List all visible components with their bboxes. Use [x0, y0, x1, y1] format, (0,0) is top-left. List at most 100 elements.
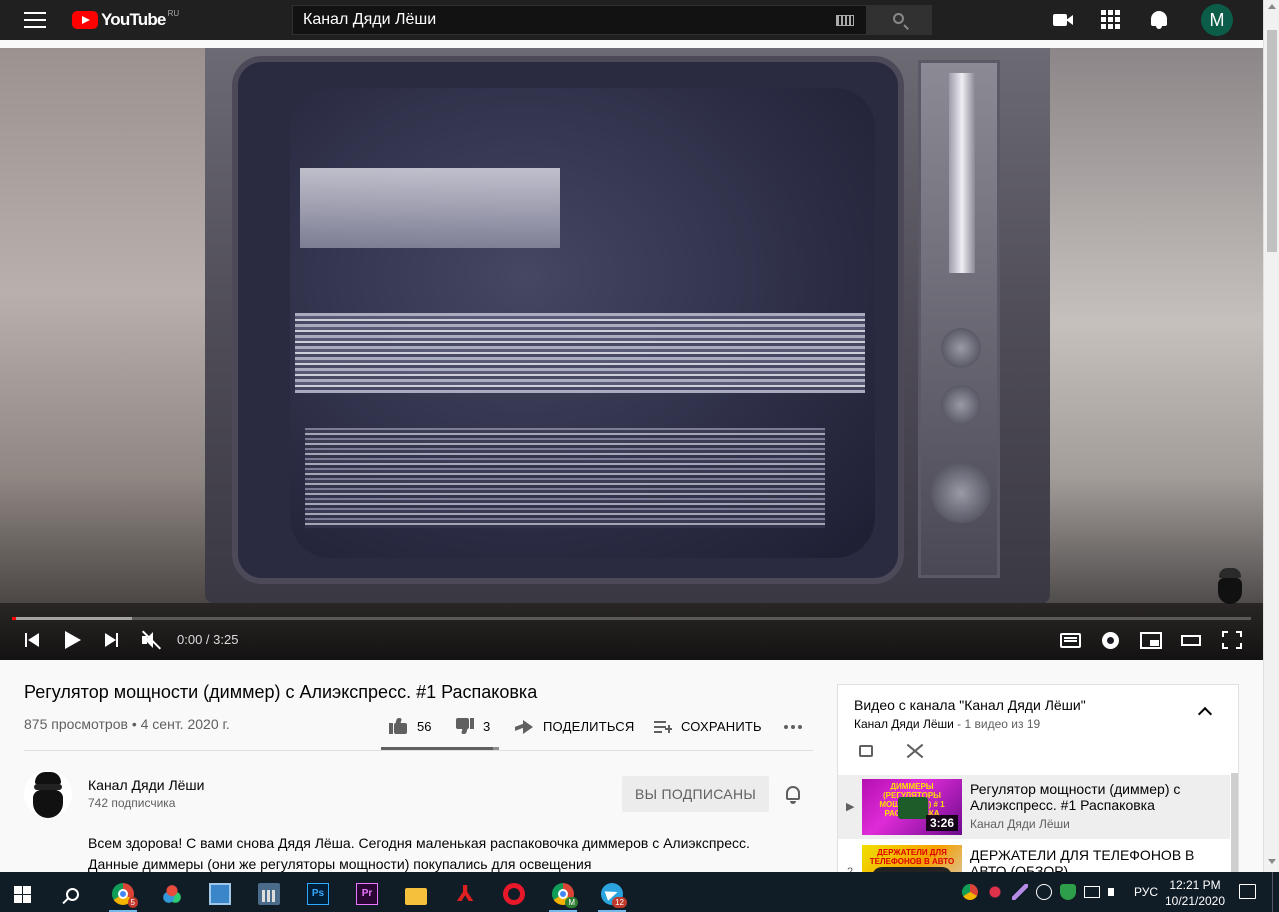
video-frame-left	[0, 48, 215, 660]
taskbar-explorer[interactable]	[396, 876, 436, 912]
playlist-thumbnail: ДИММЕРЫ (РЕГУЛЯТОРЫ МОЩНОСТИ) # 1 РАСПАК…	[862, 779, 962, 835]
channel-avatar[interactable]	[24, 770, 72, 818]
collapse-chevron-icon[interactable]	[1197, 706, 1213, 722]
dislike-count: 3	[483, 718, 491, 734]
taskbar-calculator[interactable]	[249, 876, 289, 912]
playlist-item[interactable]: ▶ ДИММЕРЫ (РЕГУЛЯТОРЫ МОЩНОСТИ) # 1 РАСП…	[838, 775, 1230, 839]
play-icon[interactable]	[63, 630, 85, 650]
start-button[interactable]	[2, 876, 42, 912]
loop-icon[interactable]	[857, 743, 875, 759]
playlist-scrollbar[interactable]	[1231, 773, 1238, 873]
create-video-icon[interactable]	[1053, 10, 1073, 30]
video-frame-panel	[918, 60, 1000, 578]
menu-icon[interactable]	[24, 12, 46, 28]
tray-chrome-icon[interactable]	[962, 884, 978, 900]
tray-onedrive-icon[interactable]	[1036, 884, 1052, 900]
windows-taskbar: 5 Ps Pr M 12 РУС 12:21 PM 10/21/2020	[0, 872, 1279, 912]
settings-gear-icon[interactable]	[1100, 630, 1122, 650]
davinci-resolve-icon	[161, 883, 183, 905]
search-button[interactable]	[867, 5, 932, 35]
acrobat-icon	[454, 881, 476, 907]
telegram-badge: 12	[612, 897, 627, 908]
tray-pen-icon[interactable]	[1012, 884, 1028, 900]
action-center-icon[interactable]	[1239, 884, 1256, 899]
shuffle-icon[interactable]	[905, 743, 924, 759]
chrome-badge: 5	[127, 897, 138, 908]
channel-watermark-icon[interactable]	[1214, 566, 1246, 606]
now-playing-icon: ▶	[846, 801, 855, 813]
fullscreen-icon[interactable]	[1221, 630, 1243, 650]
clock-time: 12:21 PM	[1169, 878, 1221, 892]
playlist-owner[interactable]: Канал Дяди Лёши	[854, 717, 954, 731]
clock-date: 10/21/2020	[1164, 894, 1226, 908]
theater-mode-icon[interactable]	[1181, 630, 1203, 650]
muted-volume-icon[interactable]	[140, 630, 162, 650]
duration-badge: 3:26	[925, 815, 958, 831]
subtitles-icon[interactable]	[1060, 630, 1082, 650]
control-panel-icon	[209, 883, 231, 905]
taskbar-photoshop[interactable]: Ps	[298, 876, 338, 912]
thumbs-up-icon	[389, 718, 407, 734]
search-box	[292, 5, 867, 35]
page-scrollbar[interactable]	[1263, 0, 1279, 872]
taskbar-opera[interactable]	[494, 876, 534, 912]
language-indicator[interactable]: РУС	[1134, 885, 1158, 899]
taskbar-chrome-profile[interactable]: M	[543, 876, 583, 912]
opera-icon	[503, 883, 525, 905]
like-count: 56	[417, 718, 432, 734]
divider	[24, 750, 813, 751]
chrome-icon: 5	[112, 883, 138, 908]
notification-bell-icon[interactable]	[784, 785, 802, 805]
channel-name[interactable]: Канал Дяди Лёши	[88, 777, 204, 793]
apps-icon[interactable]	[1101, 10, 1120, 29]
masthead: YouTube RU M	[0, 0, 1263, 40]
miniplayer-icon[interactable]	[1140, 630, 1162, 650]
scroll-down-icon[interactable]	[1268, 859, 1276, 864]
playlist-panel: Видео с канала "Канал Дяди Лёши" Канал Д…	[837, 684, 1239, 874]
show-desktop-button[interactable]	[1272, 872, 1273, 912]
tray-volume-icon[interactable]	[1108, 888, 1114, 896]
playlist-item[interactable]: 2 ДЕРЖАТЕЛИ ДЛЯ ТЕЛЕФОНОВ В АВТО ДЕРЖАТЕ…	[838, 841, 1230, 874]
calculator-icon	[258, 883, 280, 905]
taskbar-acrobat[interactable]	[445, 876, 485, 912]
playlist-subtitle: Канал Дяди Лёши - 1 видео из 19	[854, 717, 1040, 731]
taskbar-telegram[interactable]: 12	[592, 876, 632, 912]
tray-app-icon[interactable]	[987, 884, 1003, 900]
taskbar-search[interactable]	[52, 876, 92, 912]
notifications-icon[interactable]	[1149, 10, 1169, 30]
search-icon	[893, 13, 904, 24]
taskbar-chrome[interactable]: 5	[103, 876, 143, 912]
like-button[interactable]: 56	[389, 718, 431, 734]
scroll-up-icon[interactable]	[1268, 4, 1276, 9]
chrome-profile-badge: M	[565, 897, 578, 908]
save-label: СОХРАНИТЬ	[681, 719, 762, 734]
view-count: 875 просмотров	[24, 716, 128, 732]
tray-security-icon[interactable]	[1060, 884, 1076, 900]
account-avatar[interactable]: M	[1201, 4, 1233, 36]
video-frame-screen	[290, 88, 875, 558]
save-button[interactable]: СОХРАНИТЬ	[654, 719, 762, 734]
taskbar-clock[interactable]: 12:21 PM 10/21/2020	[1163, 877, 1227, 909]
more-actions-icon[interactable]	[784, 725, 802, 729]
playlist-count: 1 видео из 19	[964, 717, 1041, 731]
playlist-item-channel: Канал Дяди Лёши	[970, 817, 1070, 831]
playlist-item-title: ДЕРЖАТЕЛИ ДЛЯ ТЕЛЕФОНОВ В АВТО (ОБЗОР)	[970, 847, 1195, 874]
keyboard-icon[interactable]	[836, 15, 854, 26]
next-icon[interactable]	[103, 630, 125, 650]
previous-icon[interactable]	[23, 630, 45, 650]
video-player[interactable]: 0:00 / 3:25	[0, 48, 1263, 660]
taskbar-premiere[interactable]: Pr	[347, 876, 387, 912]
subscriber-count: 742 подписчика	[88, 796, 176, 810]
scrollbar-thumb[interactable]	[1267, 30, 1277, 252]
playlist-title[interactable]: Видео с канала "Канал Дяди Лёши"	[854, 697, 1086, 713]
share-button[interactable]: ПОДЕЛИТЬСЯ	[515, 719, 634, 734]
search-input[interactable]	[293, 11, 813, 29]
youtube-logo[interactable]: YouTube RU	[72, 9, 179, 30]
subscribed-button[interactable]: ВЫ ПОДПИСАНЫ	[622, 776, 769, 812]
folder-icon	[405, 887, 427, 905]
tray-network-icon[interactable]	[1084, 886, 1100, 898]
player-controls: 0:00 / 3:25	[0, 620, 1263, 660]
taskbar-control-panel[interactable]	[200, 876, 240, 912]
taskbar-davinci[interactable]	[152, 876, 192, 912]
dislike-button[interactable]: 3	[456, 718, 490, 734]
